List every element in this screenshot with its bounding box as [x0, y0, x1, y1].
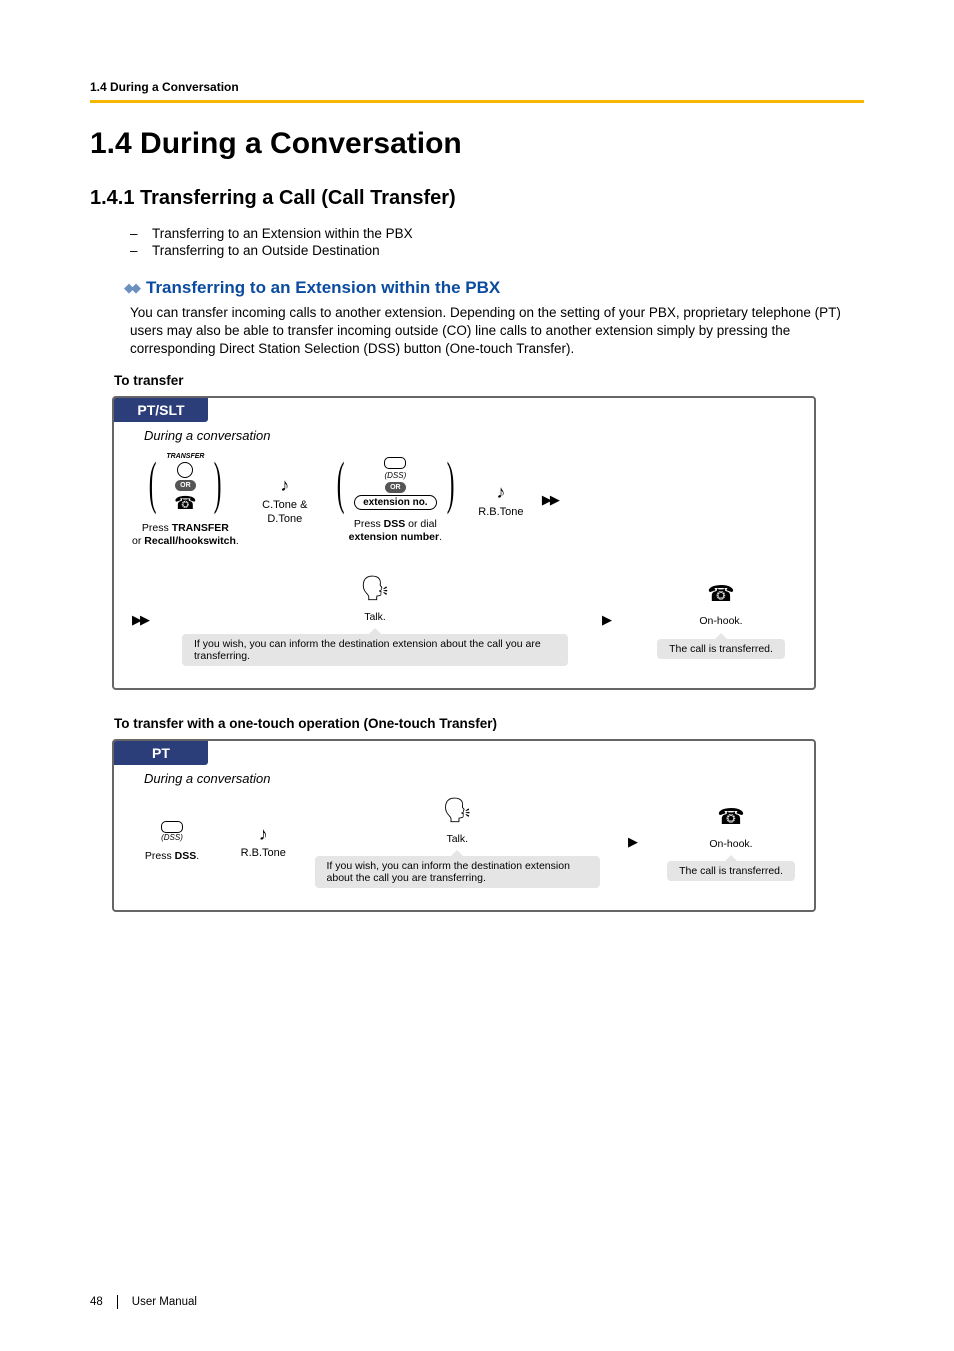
- paren-left-icon: (: [337, 467, 345, 499]
- footer-divider: [117, 1295, 118, 1309]
- procedure-label-2: To transfer with a one-touch operation (…: [114, 716, 864, 731]
- flow1-step2-instruction: Press DSS or dial extension number.: [349, 518, 442, 544]
- flow1-condition: During a conversation: [114, 422, 814, 453]
- flow2-note-2: The call is transferred.: [667, 861, 795, 881]
- paren-left-icon: (: [149, 467, 157, 499]
- dss-caption: (DSS): [161, 833, 183, 842]
- transfer-key-label: TRANSFER: [166, 453, 204, 460]
- flow1-device-header: PT/SLT: [114, 398, 208, 422]
- cross-ref-list: Transferring to an Extension within the …: [90, 226, 864, 258]
- dss-button-icon: [384, 457, 406, 469]
- arrow-right-icon: ▶: [602, 612, 612, 628]
- arrow-right-icon: ▶: [628, 834, 638, 850]
- flow2-step1-instruction: Press DSS.: [145, 850, 199, 863]
- flow-diagram-one-touch: PT During a conversation (DSS) Press DSS…: [112, 739, 816, 912]
- flow1-note-1: If you wish, you can inform the destinat…: [182, 634, 568, 666]
- extension-no-pill: extension no.: [354, 495, 436, 510]
- flow2-device-header: PT: [114, 741, 208, 765]
- footer-label: User Manual: [132, 1296, 197, 1308]
- paren-right-icon: ): [446, 467, 454, 499]
- dss-button-icon: [161, 821, 183, 833]
- running-header: 1.4 During a Conversation: [90, 80, 864, 94]
- ctone-dtone-text: C.Tone & D.Tone: [245, 499, 325, 527]
- talk-icon: 🗣: [442, 796, 472, 825]
- blue-subheading: ◆◆ Transferring to an Extension within t…: [124, 278, 864, 298]
- flow2-onhook-label: On-hook.: [709, 838, 752, 851]
- xref-link-2[interactable]: Transferring to an Outside Destination: [152, 243, 380, 258]
- dss-caption: (DSS): [384, 471, 406, 480]
- onhook-icon: ☎: [717, 804, 744, 830]
- blue-subheading-text: Transferring to an Extension within the …: [146, 278, 500, 298]
- header-rule: [90, 100, 864, 103]
- procedure-label-1: To transfer: [114, 373, 864, 388]
- rbtone-text: R.B.Tone: [466, 506, 536, 520]
- transfer-button-icon: [177, 462, 193, 478]
- tone-icon: ♪: [245, 474, 325, 497]
- xref-link-1[interactable]: Transferring to an Extension within the …: [152, 226, 413, 241]
- continuation-arrow-icon: ▶▶: [132, 612, 148, 628]
- talk-icon: 🗣: [360, 574, 390, 603]
- paren-right-icon: ): [214, 467, 222, 499]
- flow1-step1-instruction: Press TRANSFER or Recall/hookswitch.: [132, 522, 239, 548]
- flow-diagram-transfer: PT/SLT During a conversation ( TRANSFER …: [112, 396, 816, 690]
- or-pill-icon: OR: [385, 482, 406, 493]
- diamond-icon: ◆◆: [124, 280, 138, 296]
- page-number: 48: [90, 1296, 103, 1308]
- flow2-talk-label: Talk.: [446, 833, 468, 846]
- subsection-title: 1.4.1 Transferring a Call (Call Transfer…: [90, 187, 864, 210]
- tone-icon: ♪: [466, 481, 536, 504]
- onhook-icon: ☎: [707, 581, 734, 607]
- rbtone-text: R.B.Tone: [240, 847, 287, 861]
- page-footer: 48 User Manual: [90, 1295, 197, 1309]
- flow1-onhook-label: On-hook.: [699, 615, 742, 628]
- section-title: 1.4 During a Conversation: [90, 127, 864, 161]
- flow2-condition: During a conversation: [114, 765, 814, 796]
- or-pill-icon: OR: [175, 480, 196, 491]
- flow1-note-2: The call is transferred.: [657, 639, 785, 659]
- hookswitch-icon: ☎: [174, 493, 196, 514]
- tone-icon: ♪: [240, 823, 287, 846]
- intro-paragraph: You can transfer incoming calls to anoth…: [130, 304, 864, 359]
- continuation-arrow-icon: ▶▶: [542, 492, 558, 508]
- flow2-note-1: If you wish, you can inform the destinat…: [315, 856, 600, 888]
- flow1-talk-label: Talk.: [364, 611, 386, 624]
